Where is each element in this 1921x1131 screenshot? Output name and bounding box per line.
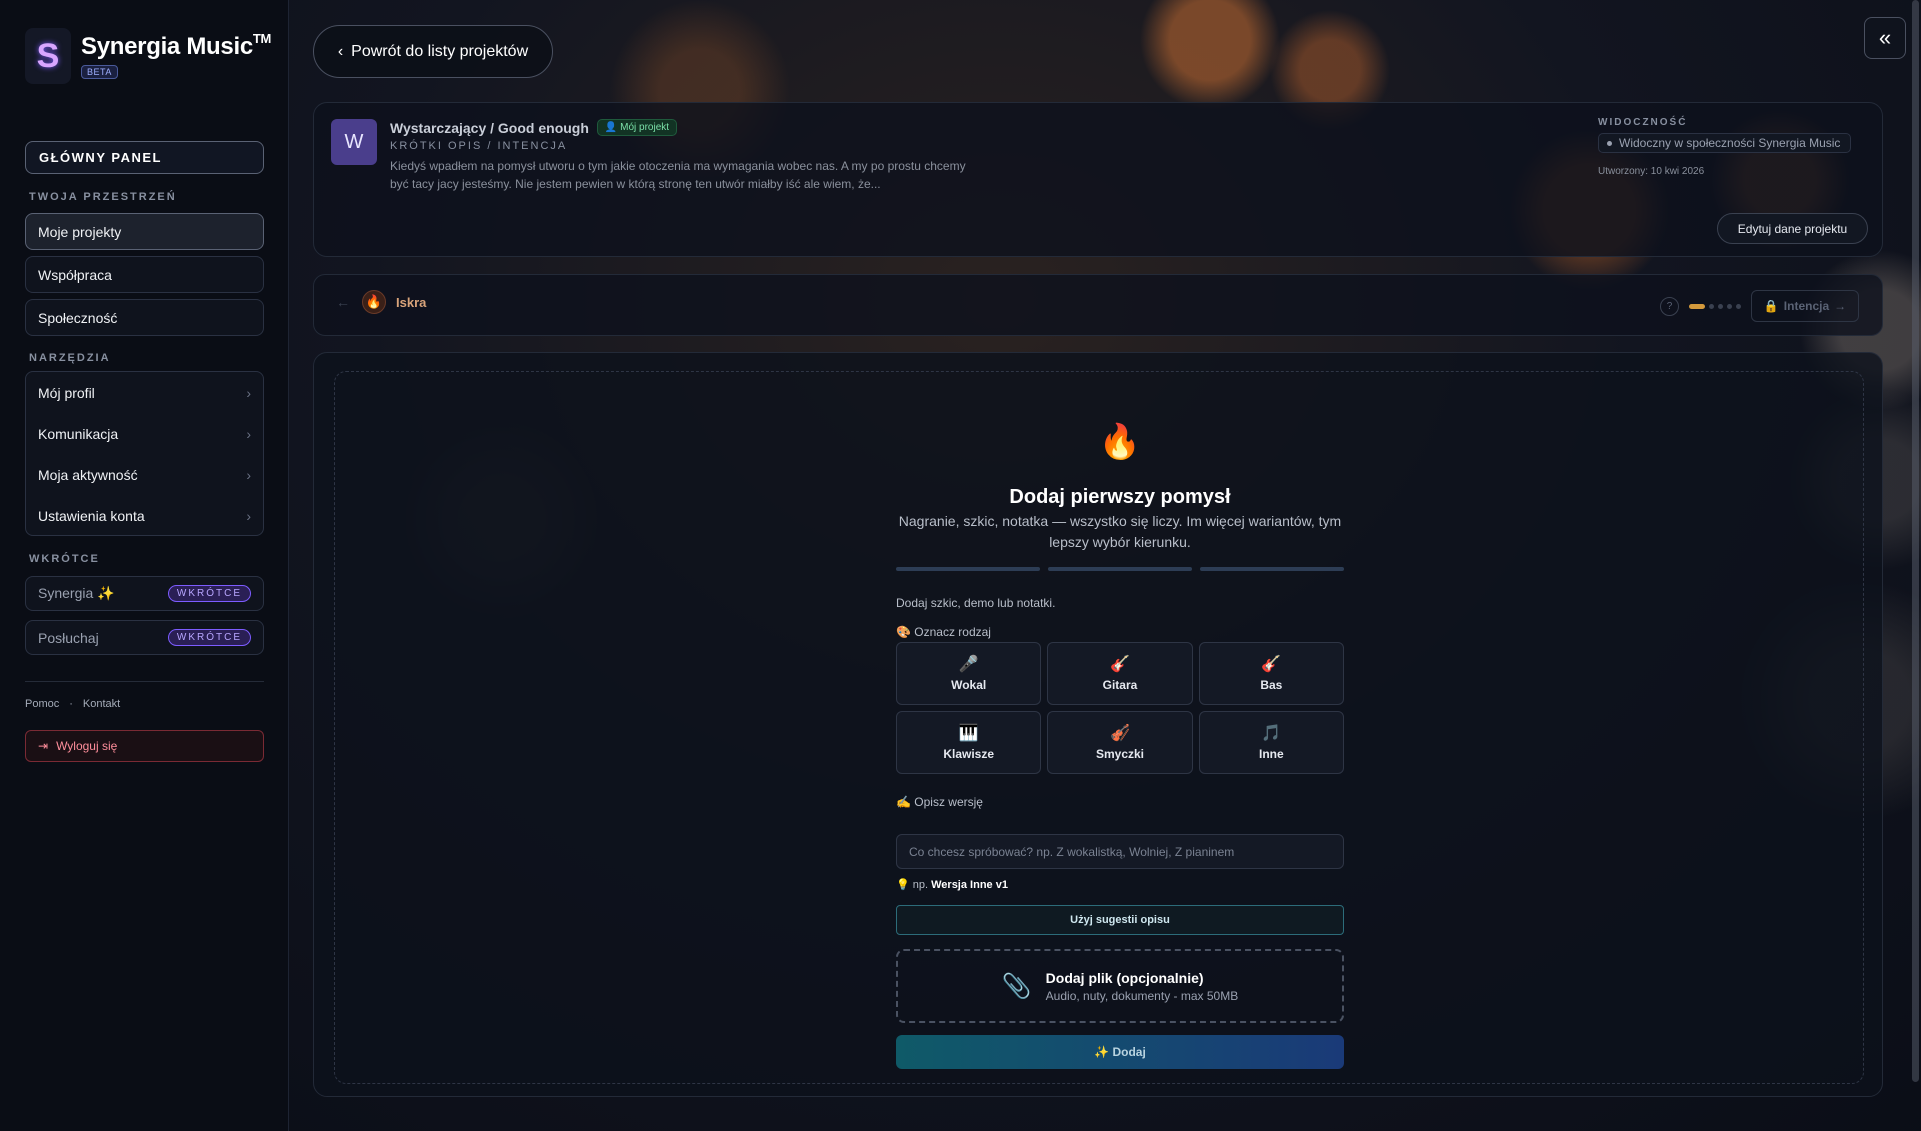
sidebar-item-activity[interactable]: Moja aktywność › [26, 454, 263, 495]
sidebar-item-synergia[interactable]: Synergia ✨ WKRÓTCE [25, 576, 264, 611]
user-icon: 👤 [604, 122, 618, 133]
piano-icon: 🎹 [958, 724, 979, 742]
bass-icon: 🎸 [1261, 655, 1282, 673]
progress-segment [896, 567, 1040, 571]
add-button[interactable]: ✨ Dodaj [896, 1035, 1344, 1069]
sidebar-item-communication[interactable]: Komunikacja › [26, 413, 263, 454]
project-subtitle: KRÓTKI OPIS / INTENCJA [390, 140, 568, 152]
visibility-badge: Widoczny w społeczności Synergia Music [1598, 133, 1852, 153]
paperclip-icon: 📎 [1001, 972, 1032, 1000]
beta-badge: BETA [81, 64, 118, 79]
music-note-icon: 🎵 [1261, 724, 1282, 742]
sidebar-item-community[interactable]: Społeczność [25, 299, 264, 336]
brand-name: Synergia MusicTM [81, 30, 272, 60]
workspace-section-label: TWOJA PRZESTRZEŃ [29, 191, 177, 203]
soon-badge: WKRÓTCE [167, 585, 251, 602]
sidebar-item-collaboration[interactable]: Współpraca [25, 256, 264, 293]
progress-segment [1200, 567, 1344, 571]
footer-links: Pomoc · Kontakt [25, 698, 120, 710]
type-bass-button[interactable]: 🎸 Bas [1198, 642, 1344, 705]
edit-project-button[interactable]: Edytuj dane projektu [1717, 213, 1868, 244]
help-icon[interactable]: ? [1660, 296, 1679, 316]
lock-icon: 🔒 [1763, 299, 1779, 313]
progress-dot [1709, 303, 1714, 309]
progress-dot [1689, 303, 1705, 309]
type-selector: 🎤 Wokal 🎸 Gitara 🎸 Bas 🎹 Klawisze 🎻 Smyczki 🎵… [896, 642, 1344, 774]
project-card: W Wystarczający / Good enough 👤 Mój proj… [313, 102, 1883, 257]
type-strings-button[interactable]: 🎻 Smyczki [1047, 711, 1193, 774]
tools-section-label: NARZĘDZIA [29, 352, 111, 364]
back-to-projects-button[interactable]: ‹ Powrót do listy projektów [313, 25, 553, 78]
progress-segment [1048, 567, 1192, 571]
progress-dot [1718, 303, 1723, 309]
sidebar-item-listen[interactable]: Posłuchaj WKRÓTCE [25, 620, 264, 655]
next-stage-button[interactable]: 🔒 Intencja → [1751, 290, 1859, 322]
guitar-icon: 🎸 [1110, 655, 1130, 673]
type-keys-button[interactable]: 🎹 Klawisze [896, 711, 1042, 774]
chevron-right-icon: › [246, 425, 251, 442]
progress-dot [1727, 303, 1732, 309]
describe-label: ✍️ Opisz wersję [896, 795, 983, 809]
microphone-icon: 🎤 [958, 655, 979, 673]
chevron-right-icon: › [246, 466, 251, 483]
fire-icon: 🔥 [1098, 423, 1142, 461]
my-project-badge: 👤 Mój projekt [596, 119, 678, 136]
arrow-right-icon: → [1834, 299, 1847, 313]
project-avatar: W [331, 119, 377, 165]
synergia-logo-icon: S [25, 28, 71, 84]
stage-navigation: ← 🔥 Iskra ? 🔒 Intencja → [313, 274, 1883, 336]
soon-badge: WKRÓTCE [167, 629, 251, 646]
contact-link[interactable]: Kontakt [83, 698, 120, 710]
sidebar-item-profile[interactable]: Mój profil › [26, 372, 263, 413]
visibility-label: WIDOCZNOŚĆ [1598, 117, 1688, 128]
created-date: Utworzony: 10 kwi 2026 [1598, 166, 1705, 177]
collapse-panel-button[interactable]: « [1864, 17, 1906, 59]
logout-button[interactable]: ⇥ Wyloguj się [25, 730, 264, 762]
double-chevron-left-icon: « [1878, 25, 1892, 50]
main-panel-button[interactable]: GŁÓWNY PANEL [25, 141, 264, 174]
type-label: 🎨 Oznacz rodzaj [896, 625, 991, 639]
sidebar-divider [25, 681, 264, 682]
brand[interactable]: S Synergia MusicTM BETA [25, 28, 271, 84]
add-idea-card: 🔥 Dodaj pierwszy pomysł Nagranie, szkic,… [313, 352, 1883, 1097]
add-idea-dropzone: 🔥 Dodaj pierwszy pomysł Nagranie, szkic,… [334, 371, 1864, 1084]
help-link[interactable]: Pomoc [25, 698, 59, 710]
chevron-right-icon: › [246, 384, 251, 401]
sidebar-item-account-settings[interactable]: Ustawienia konta › [26, 495, 263, 536]
form-headline: Dodaj pierwszy pomysł [1009, 486, 1231, 508]
type-other-button[interactable]: 🎵 Inne [1198, 711, 1344, 774]
tools-list: Mój profil › Komunikacja › Moja aktywność ›… [25, 371, 264, 536]
type-guitar-button[interactable]: 🎸 Gitara [1047, 642, 1193, 705]
logout-icon: ⇥ [38, 739, 49, 753]
use-suggestion-button[interactable]: Użyj sugestii opisu [896, 905, 1344, 935]
chevron-left-icon: ‹ [337, 42, 344, 60]
violin-icon: 🎻 [1110, 724, 1130, 742]
upload-title: Dodaj plik (opcjonalnie) [1045, 969, 1204, 986]
suggestion-text: 💡 np. Wersja Inne v1 [896, 879, 1008, 891]
sidebar-item-my-projects[interactable]: Moje projekty [25, 213, 264, 250]
project-description: Kiedyś wpadłem na pomysł utworu o tym ja… [390, 159, 966, 191]
form-subline: Nagranie, szkic, notatka — wszystko się … [898, 513, 1342, 550]
project-title: Wystarczający / Good enough 👤 Mój projek… [390, 119, 678, 136]
upload-subtitle: Audio, nuty, dokumenty - max 50MB [1045, 988, 1239, 1003]
form-step-progress [896, 567, 1344, 571]
type-vocal-button[interactable]: 🎤 Wokal [896, 642, 1042, 705]
progress-dot [1736, 303, 1741, 309]
soon-section-label: WKRÓTCE [29, 553, 100, 565]
current-stage-label: Iskra [396, 294, 427, 310]
version-description-input[interactable]: Co chcesz spróbować? np. Z wokalistką, W… [896, 834, 1344, 869]
sidebar: S Synergia MusicTM BETA GŁÓWNY PANEL TWO… [0, 0, 289, 1131]
form-hint: Dodaj szkic, demo lub notatki. [896, 596, 1056, 610]
stage-progress-dots [1689, 303, 1741, 309]
file-upload-dropzone[interactable]: 📎 Dodaj plik (opcjonalnie) Audio, nuty, … [896, 949, 1344, 1023]
page-scrollbar[interactable] [1912, 0, 1919, 1082]
arrow-left-icon[interactable]: ← [334, 294, 352, 310]
chevron-right-icon: › [246, 507, 251, 524]
footer-separator: · [69, 698, 73, 710]
fire-icon: 🔥 [362, 290, 386, 314]
